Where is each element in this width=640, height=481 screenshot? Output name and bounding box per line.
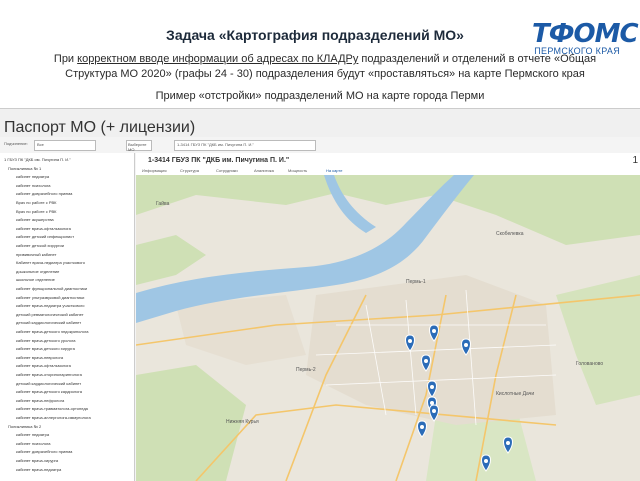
tree-item[interactable]: кабинет врача-нефролога (16, 398, 64, 403)
map-pin-icon[interactable] (417, 420, 427, 438)
panel-tabs: Информация Структура Сотрудники Аналитик… (136, 167, 640, 175)
tree-item[interactable]: кабинет психолога (16, 183, 51, 188)
map-label: Пермь-1 (406, 279, 426, 285)
app-toolbar: Подчинение: Все Выберите МО 1-3414 ГБУЗ … (0, 139, 640, 152)
tree-item[interactable]: детский ревматологический кабинет (16, 312, 84, 317)
mo-panel: 1-3414 ГБУЗ ПК "ДКБ им. Пичугина П. И." … (136, 153, 640, 481)
tree-item[interactable]: кабинет психолога (16, 441, 51, 446)
map-label: Голованово (576, 361, 603, 367)
map-label: Скобелевка (496, 231, 524, 237)
tab-map[interactable]: На карте (326, 168, 342, 173)
tree-item[interactable]: кабинет врача детского хирурга (16, 346, 75, 351)
slide-title: Задача «Картография подразделений МО» (166, 27, 464, 43)
map-label: Пермь-2 (296, 367, 316, 373)
panel-title: 1-3414 ГБУЗ ПК "ДКБ им. Пичугина П. И." (148, 157, 290, 164)
app-screenshot: Паспорт МО (+ лицензии) Подчинение: Все … (0, 108, 640, 481)
toolbar-label: Подчинение: (4, 141, 28, 146)
tree-item[interactable]: кабинет доврачебного приема (16, 191, 72, 196)
tab-capacity[interactable]: Мощность (288, 168, 307, 173)
tree-item[interactable]: Врач по работе с РВК (16, 200, 57, 205)
tree-item[interactable]: кабинет детской хирургии (16, 243, 64, 248)
app-header: Паспорт МО (+ лицензии) (0, 109, 640, 137)
tree-item[interactable]: Врач по работе с РВК (16, 209, 57, 214)
tree-item[interactable]: кабинет врача-офтальмолога (16, 226, 71, 231)
tree-item[interactable]: кабинет педиатра (16, 174, 49, 179)
tree-item[interactable]: детский кардиологический кабинет (16, 320, 81, 325)
logo-mark: ТФОМС (532, 19, 639, 49)
tree-item[interactable]: дошкольное отделение (16, 269, 59, 274)
tree-item[interactable]: кабинет врача-травматолога-ортопеда (16, 406, 88, 411)
tab-structure[interactable]: Структура (180, 168, 199, 173)
tree-item[interactable]: кабинет врача-аллерголога-иммунолога (16, 415, 91, 420)
tree-item[interactable]: Поликлиника № 1 (8, 166, 41, 171)
map-label: Кислотные Дачи (496, 391, 534, 397)
tree-item[interactable]: кабинет врача-хирурга (16, 458, 58, 463)
slide-example-caption: Пример «отстройки» подразделений МО на к… (155, 90, 485, 102)
tree-item[interactable]: кабинет врача-детского эндокринолога (16, 329, 88, 334)
tree-item[interactable]: Поликлиника № 2 (8, 424, 41, 429)
tree-item[interactable]: кабинет врача-детского уролога (16, 338, 75, 343)
city-map[interactable]: Пермь-1 Пермь-2 Нижняя Курья Гайва Скобе… (136, 175, 640, 481)
tree-item[interactable]: школьное отделение (16, 277, 55, 282)
tree-item[interactable]: Кабинет врача-педиатра участкового (16, 260, 85, 265)
map-label: Нижняя Курья (226, 419, 259, 425)
subordination-select[interactable]: Все (34, 140, 96, 151)
tree-item[interactable]: кабинет функциональной диагностики (16, 286, 87, 291)
slide-description: При корректном вводе информации об адрес… (53, 53, 597, 80)
map-canvas: Пермь-1 Пермь-2 Нижняя Курья Гайва Скобе… (136, 175, 640, 481)
map-label: Гайва (156, 200, 170, 207)
app-title: Паспорт МО (+ лицензии) (4, 119, 196, 136)
tree-item[interactable]: кабинет ультразвуковой диагностики (16, 295, 84, 300)
tab-info[interactable]: Информация (142, 168, 167, 173)
mo-select[interactable]: 1-3414 ГБУЗ ПК "ДКБ им. Пичугина П. И." (174, 140, 316, 151)
tree-item[interactable]: прививочный кабинет (16, 252, 56, 257)
tree-item[interactable]: детский кардиологический кабинет (16, 381, 81, 386)
tab-staff[interactable]: Сотрудники (216, 168, 238, 173)
description-link: корректном вводе информации об адресах п… (77, 53, 359, 65)
choose-mo-button[interactable]: Выберите МО (126, 140, 152, 152)
tree-item[interactable]: кабинет детский инфекционист (16, 234, 74, 239)
tree-item[interactable]: 1 ГБУЗ ПК "ДКБ им. Пичугина П. И." (4, 157, 71, 162)
tree-item[interactable]: кабинет врача-педиатра (16, 467, 61, 472)
tab-analytics[interactable]: Аналитика (254, 168, 274, 173)
tree-item[interactable]: кабинет врача-детского кардиолога (16, 389, 82, 394)
tree-item[interactable]: кабинет акушерства (16, 217, 54, 222)
structure-tree: 1 ГБУЗ ПК "ДКБ им. Пичугина П. И." Поликл… (0, 153, 135, 481)
tree-item[interactable]: кабинет врача-офтальмолога (16, 363, 71, 368)
tree-item[interactable]: кабинет врача-педиатра участкового (16, 303, 84, 308)
panel-number: 1 (632, 155, 638, 166)
tree-item[interactable]: кабинет доврачебного приема (16, 449, 72, 454)
tree-item[interactable]: кабинет врача-невролога (16, 355, 63, 360)
tree-item[interactable]: кабинет врача-оториноларинголога (16, 372, 82, 377)
tree-item[interactable]: кабинет педиатра (16, 432, 49, 437)
